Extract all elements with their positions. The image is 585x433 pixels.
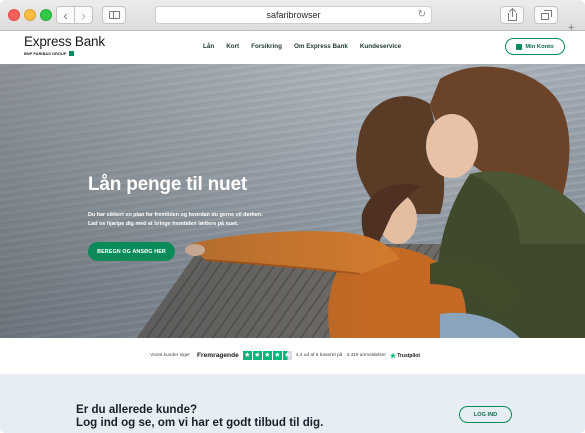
trustpilot-strip: Vores kunder siger Fremragende ★ ★ ★ ★ ★…	[0, 338, 585, 375]
nav-item-kort[interactable]: Kort	[226, 43, 239, 50]
main-nav: Lån Kort Forsikring Om Express Bank Kund…	[203, 43, 401, 50]
sidebar-toggle-button[interactable]	[102, 6, 126, 24]
star-icon: ★	[272, 351, 282, 360]
logo-subtitle-text: BNP PARIBAS GROUP	[24, 51, 67, 56]
trust-rating-word: Fremragende	[197, 352, 239, 359]
existing-customer-line-2: Log ind og se, om vi har et godt tilbud …	[76, 416, 324, 429]
trust-review-count: 3.419 anmeldelser	[346, 353, 386, 358]
minimize-window-button[interactable]	[24, 9, 36, 21]
nav-item-laan[interactable]: Lån	[203, 43, 214, 50]
trustpilot-brand: Trustpilot	[397, 352, 420, 359]
show-tabs-button[interactable]	[534, 6, 558, 24]
hero-overlay	[0, 64, 585, 338]
zoom-window-button[interactable]	[40, 9, 52, 21]
browser-toolbar: ‹ › safaribrowser ↻ +	[0, 0, 585, 34]
address-text: safaribrowser	[266, 10, 321, 20]
trust-prefix: Vores kunder siger	[150, 353, 190, 358]
hero-section: Lån penge til nuet Du har sikkert en pla…	[0, 64, 585, 338]
nav-item-forsikring[interactable]: Forsikring	[251, 43, 282, 50]
my-account-button[interactable]: Min Konto	[505, 38, 565, 55]
history-nav: ‹ ›	[56, 6, 93, 24]
bnp-star-icon	[68, 51, 74, 56]
lock-icon	[516, 43, 523, 50]
existing-customer-line-1: Er du allerede kunde?	[76, 403, 198, 416]
hero-description-line-1: Du har sikkert en plan for fremtiden og …	[88, 212, 263, 218]
trustpilot-stars: ★ ★ ★ ★ ★	[242, 351, 292, 360]
trustpilot-star-icon: ★	[389, 352, 397, 360]
half-star-icon: ★	[282, 351, 292, 360]
browser-window: ‹ › safaribrowser ↻ + Express Bank BNP P…	[0, 0, 585, 433]
share-button[interactable]	[500, 6, 524, 24]
star-icon: ★	[242, 351, 252, 360]
express-bank-logo[interactable]: Express Bank BNP PARIBAS GROUP	[24, 34, 105, 56]
my-account-label: Min Konto	[525, 43, 554, 50]
trustpilot-widget[interactable]: Vores kunder siger Fremragende ★ ★ ★ ★ ★…	[150, 351, 420, 360]
hero-description-line-2: Lad os hjælpe dig med at bringe fremtide…	[88, 221, 239, 227]
nav-item-om-express-bank[interactable]: Om Express Bank	[294, 43, 348, 50]
hero-description: Du har sikkert en plan for fremtiden og …	[88, 211, 318, 229]
reload-icon[interactable]: ↻	[418, 7, 426, 23]
star-icon: ★	[252, 351, 262, 360]
logo-name: Express Bank	[24, 34, 105, 49]
chevron-right-icon[interactable]: ›	[74, 7, 92, 23]
address-bar[interactable]: safaribrowser ↻	[155, 6, 432, 24]
site-header: Express Bank BNP PARIBAS GROUP Lån Kort …	[0, 31, 585, 64]
nav-item-kundeservice[interactable]: Kundeservice	[360, 43, 401, 50]
log-in-button[interactable]: LOG IND	[459, 406, 512, 423]
close-window-button[interactable]	[8, 9, 20, 21]
logo-subtitle: BNP PARIBAS GROUP	[24, 51, 105, 56]
trustpilot-logo: ★ Trustpilot	[390, 352, 420, 360]
existing-customer-title: Er du allerede kunde? Log ind og se, om …	[76, 403, 396, 429]
existing-customer-section: Er du allerede kunde? Log ind og se, om …	[0, 375, 585, 433]
star-icon: ★	[262, 351, 272, 360]
trust-score: 4.4 ud af 5 baseret på	[295, 353, 343, 358]
sidebar-icon	[109, 11, 120, 19]
hero-title: Lån penge til nuet	[88, 174, 247, 195]
calculate-apply-button[interactable]: BEREGN OG ANSØG HER	[88, 242, 175, 261]
chevron-left-icon[interactable]: ‹	[57, 7, 74, 23]
